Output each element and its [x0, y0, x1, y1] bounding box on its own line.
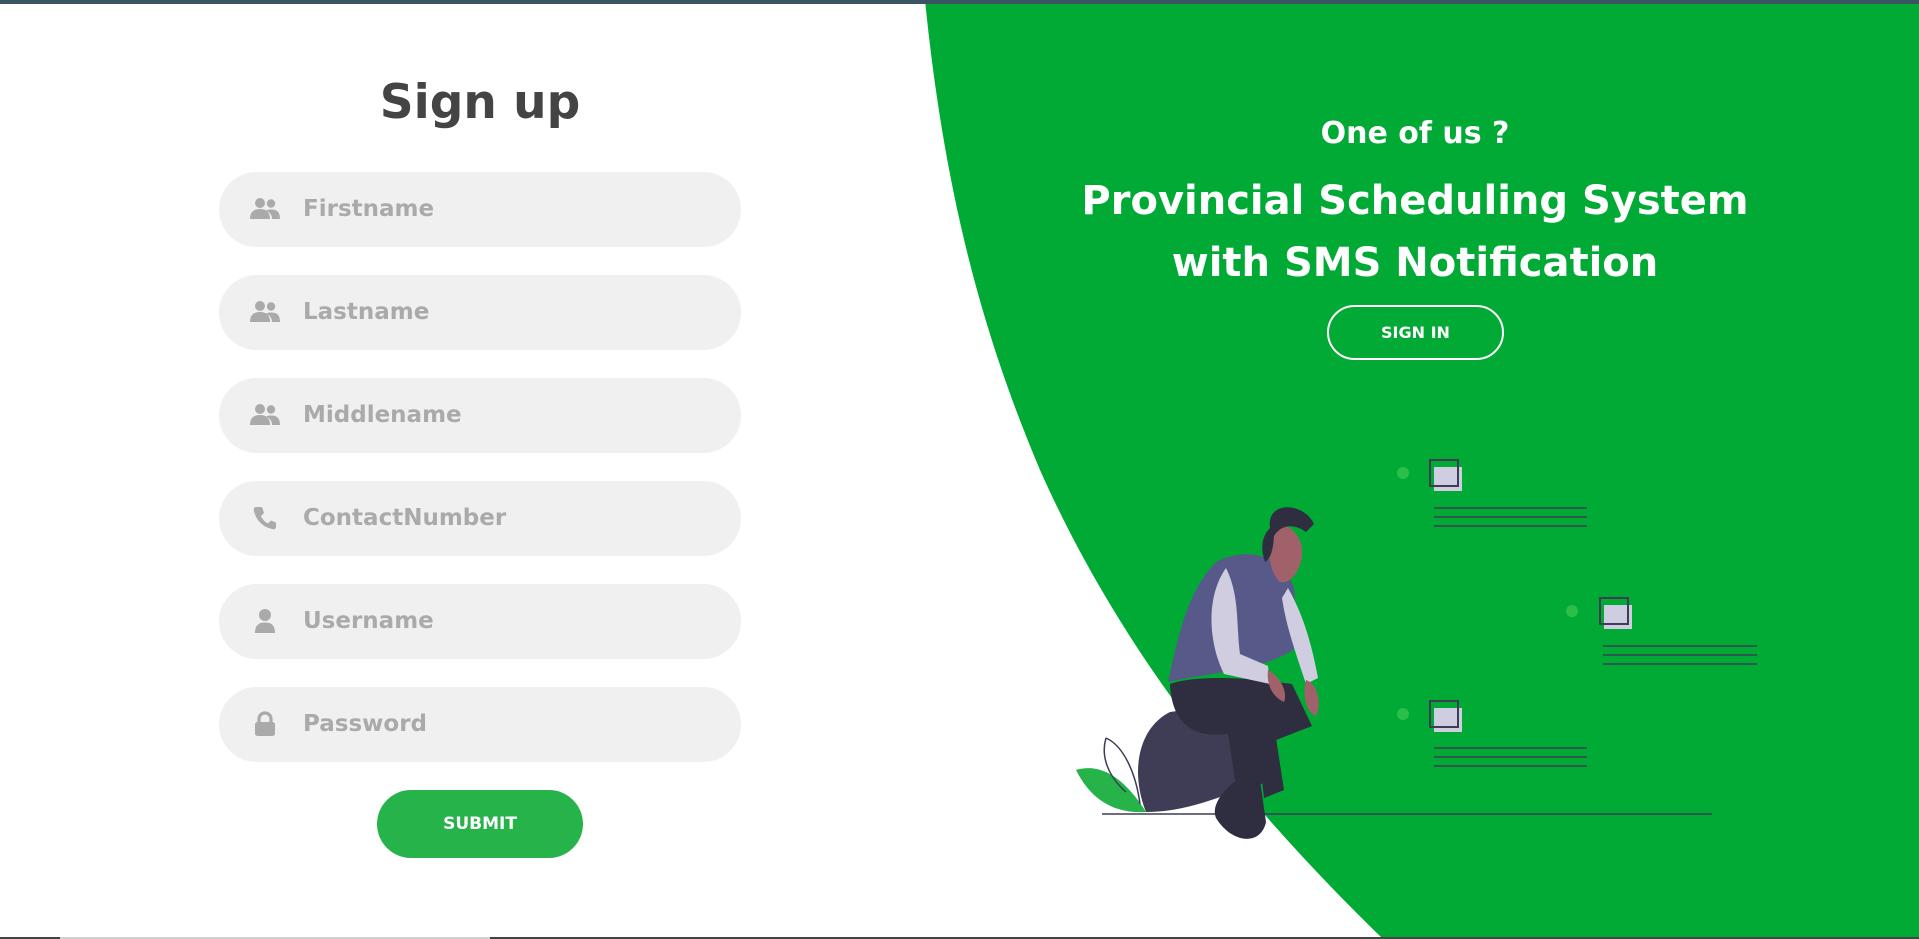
users-icon: [249, 194, 281, 224]
tagline: One of us ?: [1320, 116, 1510, 151]
lastname-field[interactable]: [219, 275, 741, 350]
password-field[interactable]: [219, 687, 741, 762]
headline-line-2: with SMS Notification: [1171, 240, 1659, 286]
users-icon: [249, 297, 281, 327]
sign-in-button[interactable]: SIGN IN: [1327, 305, 1504, 360]
middlename-field[interactable]: [219, 378, 741, 453]
page-title: Sign up: [379, 75, 581, 130]
lastname-input[interactable]: [303, 275, 713, 350]
contact-number-input[interactable]: [303, 481, 713, 556]
submit-button[interactable]: SUBMIT: [377, 790, 583, 858]
signup-form: Sign up SUBMIT: [0, 0, 960, 939]
top-border: [0, 0, 1919, 4]
scheduling-illustration: [1076, 459, 1757, 839]
password-input[interactable]: [303, 687, 713, 762]
firstname-field[interactable]: [219, 172, 741, 247]
user-icon: [249, 606, 281, 636]
contact-number-field[interactable]: [219, 481, 741, 556]
phone-icon: [249, 503, 281, 533]
middlename-input[interactable]: [303, 378, 713, 453]
firstname-input[interactable]: [303, 172, 713, 247]
lock-icon: [249, 709, 281, 739]
headline-line-1: Provincial Scheduling System: [1081, 178, 1749, 224]
username-input[interactable]: [303, 584, 713, 659]
username-field[interactable]: [219, 584, 741, 659]
app-headline: Provincial Scheduling System with SMS No…: [960, 170, 1870, 294]
users-icon: [249, 400, 281, 430]
